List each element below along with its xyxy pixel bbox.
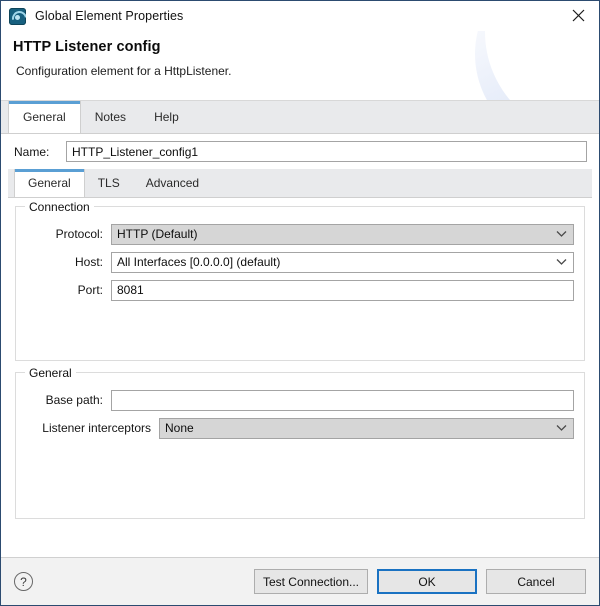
- connection-group-legend: Connection: [25, 200, 94, 214]
- close-icon[interactable]: [557, 1, 599, 30]
- name-label: Name:: [14, 144, 50, 159]
- port-row: Port: 8081: [26, 277, 574, 303]
- host-row: Host: All Interfaces [0.0.0.0] (default): [26, 249, 574, 275]
- protocol-label: Protocol:: [55, 227, 103, 241]
- protocol-value: HTTP (Default): [117, 227, 198, 241]
- general-group-legend: General: [25, 366, 76, 380]
- listener-interceptors-select[interactable]: None: [159, 417, 574, 439]
- chevron-down-icon: [556, 259, 567, 266]
- name-row: Name:: [8, 134, 592, 169]
- host-select[interactable]: All Interfaces [0.0.0.0] (default): [111, 251, 574, 273]
- inner-tab-general-label: General: [28, 176, 71, 190]
- window-title: Global Element Properties: [35, 9, 184, 23]
- listener-interceptors-row: Listener interceptors None: [26, 415, 574, 441]
- port-label: Port:: [77, 283, 103, 297]
- port-value: 8081: [117, 283, 144, 297]
- help-icon[interactable]: ?: [14, 572, 33, 591]
- tab-help-label: Help: [154, 110, 179, 124]
- dialog-header: HTTP Listener config Configuration eleme…: [1, 31, 599, 101]
- inner-tab-general[interactable]: General: [14, 169, 85, 197]
- chevron-down-icon: [556, 231, 567, 238]
- general-group: General Base path: Listener interceptors…: [15, 366, 585, 519]
- dialog-footer: ? Test Connection... OK Cancel: [1, 557, 599, 605]
- mule-app-icon: [9, 7, 26, 25]
- port-input[interactable]: 8081: [111, 279, 574, 301]
- tab-notes-label: Notes: [94, 110, 127, 124]
- host-label: Host:: [74, 255, 103, 269]
- tab-notes[interactable]: Notes: [81, 101, 140, 133]
- listener-interceptors-value: None: [165, 421, 194, 435]
- tab-general-label: General: [23, 110, 66, 124]
- outer-tab-strip: General Notes Help: [1, 101, 599, 134]
- name-input[interactable]: [66, 141, 587, 162]
- chevron-down-icon: [556, 425, 567, 432]
- general-panel: Connection Protocol: HTTP (Default) Host…: [8, 198, 592, 557]
- page-title: HTTP Listener config: [13, 39, 161, 55]
- ok-button[interactable]: OK: [377, 569, 477, 594]
- connection-group: Connection Protocol: HTTP (Default) Host…: [15, 200, 585, 361]
- base-path-input[interactable]: [111, 389, 574, 411]
- listener-interceptors-label: Listener interceptors: [42, 421, 151, 435]
- base-path-row: Base path:: [26, 387, 574, 413]
- inner-tab-advanced-label: Advanced: [145, 176, 200, 190]
- dialog-body: Name: General TLS Advanced Connection Pr…: [1, 134, 599, 557]
- inner-tab-strip: General TLS Advanced: [8, 169, 592, 198]
- cancel-button[interactable]: Cancel: [486, 569, 586, 594]
- protocol-row: Protocol: HTTP (Default): [26, 221, 574, 247]
- host-value: All Interfaces [0.0.0.0] (default): [117, 255, 281, 269]
- inner-tab-tls-label: TLS: [97, 176, 120, 190]
- inner-tab-advanced[interactable]: Advanced: [133, 169, 212, 197]
- global-element-properties-dialog: Global Element Properties HTTP Listener …: [0, 0, 600, 606]
- tab-general[interactable]: General: [8, 101, 81, 133]
- tab-help[interactable]: Help: [140, 101, 193, 133]
- test-connection-button[interactable]: Test Connection...: [253, 569, 368, 594]
- title-bar: Global Element Properties: [1, 1, 599, 31]
- base-path-label: Base path:: [45, 393, 103, 407]
- inner-tab-tls[interactable]: TLS: [85, 169, 133, 197]
- protocol-select[interactable]: HTTP (Default): [111, 223, 574, 245]
- page-subtitle: Configuration element for a HttpListener…: [16, 64, 232, 78]
